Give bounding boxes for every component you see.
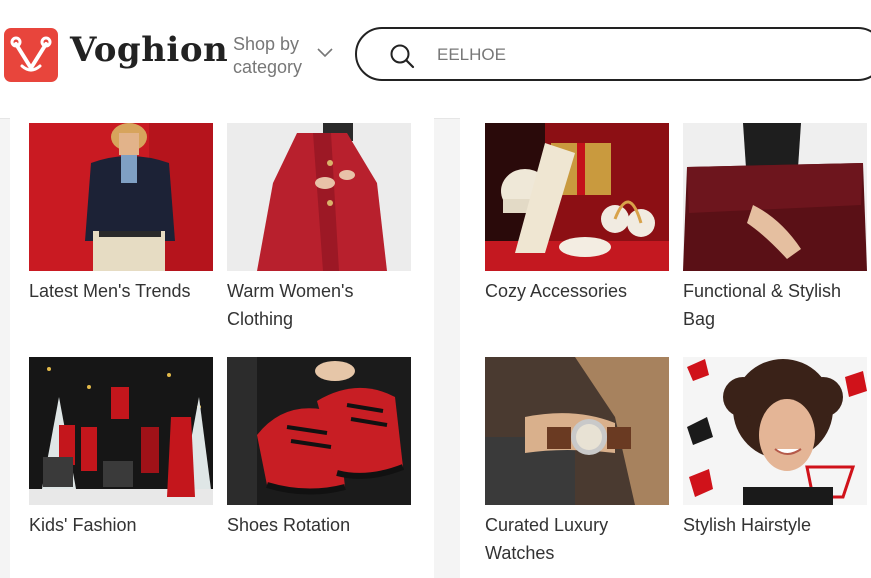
curly-hair-photo[interactable] xyxy=(683,357,867,505)
chevron-down-icon xyxy=(317,48,333,58)
search-icon[interactable] xyxy=(389,43,415,69)
category-tile-shoes-rotation[interactable]: Shoes Rotation xyxy=(227,357,411,539)
category-tile-womens-clothing[interactable]: Warm Women's Clothing xyxy=(227,123,411,333)
wristwatch-photo[interactable] xyxy=(485,357,669,505)
sneakers-photo[interactable] xyxy=(227,357,411,505)
category-tile-cozy-accessories[interactable]: Cozy Accessories xyxy=(485,123,669,305)
category-label: Cozy Accessories xyxy=(485,281,628,301)
leather-bag-photo[interactable] xyxy=(683,123,867,271)
shop-by-category-label: Shop by category xyxy=(233,34,303,77)
brand-name[interactable]: Voghion xyxy=(70,30,228,70)
voghion-logo-icon[interactable] xyxy=(4,28,58,82)
category-tile-stylish-bag[interactable]: Functional & Stylish Bag xyxy=(683,123,867,333)
winter-accessories-photo[interactable] xyxy=(485,123,669,271)
category-label: Warm Women's Clothing xyxy=(227,281,354,329)
category-label: Latest Men's Trends xyxy=(29,281,191,301)
shop-by-category-menu[interactable]: Shop by category xyxy=(233,33,343,79)
search-input[interactable] xyxy=(435,41,859,69)
search-bar[interactable] xyxy=(355,27,871,81)
category-label: Kids' Fashion xyxy=(29,515,137,535)
women-coat-photo[interactable] xyxy=(227,123,411,271)
category-label: Functional & Stylish Bag xyxy=(683,281,842,329)
category-label: Stylish Hairstyle xyxy=(683,515,812,535)
category-label: Curated Luxury Watches xyxy=(485,515,609,563)
men-fashion-photo[interactable] xyxy=(29,123,213,271)
category-tile-kids-fashion[interactable]: Kids' Fashion xyxy=(29,357,213,539)
site-header: Voghion Shop by category xyxy=(0,0,871,119)
category-label: Shoes Rotation xyxy=(227,515,351,535)
category-tile-stylish-hairstyle[interactable]: Stylish Hairstyle xyxy=(683,357,867,539)
category-tile-mens-trends[interactable]: Latest Men's Trends xyxy=(29,123,213,305)
family-christmas-photo[interactable] xyxy=(29,357,213,505)
category-tile-luxury-watches[interactable]: Curated Luxury Watches xyxy=(485,357,669,567)
